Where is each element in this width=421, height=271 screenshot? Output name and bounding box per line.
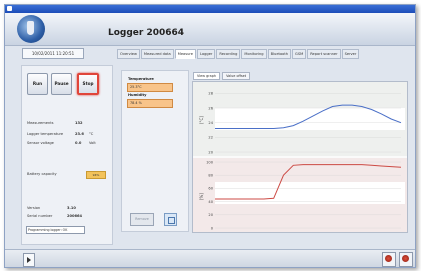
tab-view-graph[interactable]: View graph xyxy=(193,72,221,80)
measurements-value: 132 xyxy=(75,121,83,125)
tab-logger[interactable]: Logger xyxy=(197,49,216,59)
tab-gsm[interactable]: GSM xyxy=(292,49,307,59)
tab-value-offset[interactable]: Value offset xyxy=(222,72,251,80)
temperature-label: Temperature xyxy=(128,77,154,81)
battery-capacity-label: Battery capacity xyxy=(27,172,57,176)
tab-overview[interactable]: Overview xyxy=(117,49,140,59)
logger-temperature-unit: °C xyxy=(89,132,94,136)
y-tick-label: 40 xyxy=(208,200,213,204)
chart-tabs: View graph Value offset xyxy=(193,72,251,80)
y-tick-label: 28 xyxy=(208,92,213,96)
tab-server[interactable]: Server xyxy=(341,49,360,59)
window-app-icon xyxy=(7,6,12,11)
logger-temperature-value: 23.6 xyxy=(75,132,84,136)
exit-door-icon[interactable] xyxy=(23,253,35,267)
stop-button[interactable]: Stop xyxy=(77,73,99,95)
status-bar xyxy=(5,249,415,267)
measurements-label: Measurements xyxy=(27,121,54,125)
tab-report-scanner[interactable]: Report scanner xyxy=(307,49,341,59)
help-globe-icon[interactable] xyxy=(399,252,413,267)
humidity-label: Humidity xyxy=(128,93,147,97)
y-tick-label: 26 xyxy=(208,106,213,110)
version-label: Version xyxy=(27,206,41,210)
settings-globe-icon[interactable] xyxy=(382,252,396,267)
y-tick-label: 80 xyxy=(208,174,213,178)
window-title: Logger 200664 xyxy=(108,28,185,38)
header: Logger 200664 xyxy=(5,13,415,46)
logger-temperature-row: Logger temperature 23.6 °C xyxy=(27,132,93,136)
window-titlebar[interactable] xyxy=(5,5,415,13)
logger-temperature-label: Logger temperature xyxy=(27,132,64,136)
y-tick-label: 22 xyxy=(208,136,213,140)
remove-sensor-button[interactable]: Remove xyxy=(130,213,154,226)
chart-panel: [°C] [%] 20 22 24 26 28 0 20 40 60 80 100 xyxy=(192,81,408,233)
serial-number-value: 200664 xyxy=(67,214,83,218)
sensor-values-panel: Temperature 25.3°C Humidity 78.4 % Remov… xyxy=(121,70,189,232)
sensor-voltage-row: Sensor voltage 0.0 Volt xyxy=(27,141,96,145)
date-time-field[interactable]: 10/02/2011 11:20:51 xyxy=(22,48,84,59)
serial-number-row: Serial number 200664 xyxy=(27,214,82,218)
pause-button[interactable]: Pause xyxy=(51,73,72,95)
battery-capacity-badge: 94% xyxy=(86,171,106,179)
y-tick-label: 100 xyxy=(206,160,214,164)
y-tick-label: 60 xyxy=(208,187,213,191)
tab-bluetooth[interactable]: Bluetooth xyxy=(267,49,292,59)
charts-svg: [°C] [%] 2022242628020406080100 xyxy=(193,82,407,232)
sensor-voltage-value: 0.0 xyxy=(75,141,82,145)
tab-recording[interactable]: Recording xyxy=(216,49,241,59)
logger-status-panel: Run Pause Stop Measurements 132 Logger t… xyxy=(21,65,113,245)
serial-number-label: Serial number xyxy=(27,214,53,218)
y-tick-label: 24 xyxy=(208,121,213,125)
programming-status-field: Programming logger: OK xyxy=(26,226,85,234)
measurements-row: Measurements 132 xyxy=(27,121,83,125)
tab-measure[interactable]: Measure xyxy=(174,49,196,59)
main-tabs: Overview Measured data Measure Logger Re… xyxy=(117,49,360,59)
run-button[interactable]: Run xyxy=(27,73,48,95)
version-value: 3.10 xyxy=(67,206,76,210)
sensor-voltage-unit: Volt xyxy=(89,141,96,145)
tab-measured-data[interactable]: Measured data xyxy=(140,49,174,59)
temperature-axis-label: [°C] xyxy=(199,116,204,124)
y-tick-label: 20 xyxy=(208,150,213,154)
y-tick-label: 20 xyxy=(208,213,213,217)
version-row: Version 3.10 xyxy=(27,206,76,210)
battery-capacity-row: Battery capacity xyxy=(27,172,57,176)
temperature-value: 25.3°C xyxy=(127,83,173,92)
app-window: Logger 200664 10/02/2011 11:20:51 Overvi… xyxy=(4,4,416,268)
sensor-voltage-label: Sensor voltage xyxy=(27,141,54,145)
tab-monitoring[interactable]: Monitoring xyxy=(241,49,267,59)
humidity-band xyxy=(215,182,405,204)
humidity-axis-label: [%] xyxy=(199,193,204,200)
humidity-value: 78.4 % xyxy=(127,99,173,108)
logger-logo-icon xyxy=(17,15,45,43)
sensor-settings-icon[interactable] xyxy=(164,213,177,226)
